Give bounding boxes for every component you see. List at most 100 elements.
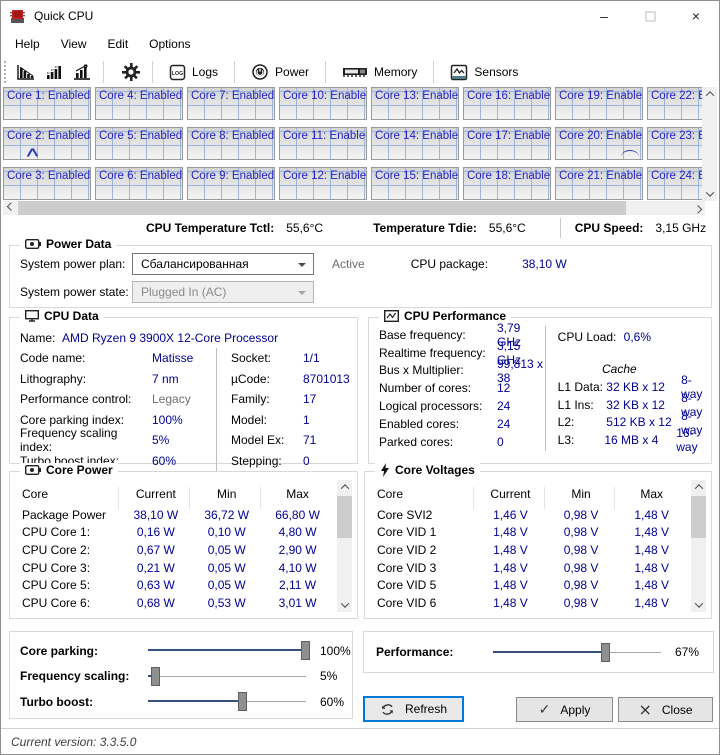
core-cell[interactable]: Core 1: Enabled bbox=[3, 87, 91, 120]
core-cell[interactable]: Core 10: Enabled bbox=[279, 87, 367, 120]
core-cell[interactable]: Core 23: Enabled bbox=[647, 127, 704, 160]
row-label: Number of cores: bbox=[379, 381, 497, 395]
scroll-up-button[interactable] bbox=[702, 87, 717, 101]
core-cell[interactable]: Core 15: Enabled bbox=[371, 167, 459, 200]
slider-thumb[interactable] bbox=[238, 692, 247, 711]
sensors-button[interactable]: Sensors bbox=[444, 61, 524, 84]
cpu-data-row: Frequency scaling index: 5% bbox=[20, 430, 216, 451]
version-text: Current version: 3.3.5.0 bbox=[11, 735, 136, 749]
core-cell-label: Core 6: Enabled bbox=[96, 168, 182, 182]
core-power-scrollbar[interactable] bbox=[337, 480, 352, 612]
core-cell[interactable]: Core 3: Enabled bbox=[3, 167, 91, 200]
core-cell[interactable]: Core 19: Enabled bbox=[555, 87, 643, 120]
core-cell-label: Core 7: Enabled bbox=[188, 88, 274, 102]
vertical-scroll-thumb[interactable] bbox=[691, 496, 706, 538]
logs-button[interactable]: LOG Logs bbox=[163, 61, 224, 84]
row-value: 8701013 bbox=[303, 372, 350, 386]
cache-heading: Cache bbox=[558, 360, 681, 378]
slider-label: Turbo boost: bbox=[20, 695, 148, 709]
max-value: 3,01 W bbox=[262, 596, 333, 610]
cache-label: L3: bbox=[558, 433, 605, 447]
scroll-down-button[interactable] bbox=[702, 187, 717, 201]
scroll-down-button[interactable] bbox=[337, 598, 352, 612]
core-cell[interactable]: Core 21: Enabled bbox=[555, 167, 643, 200]
menu-item[interactable]: View bbox=[61, 37, 87, 51]
col-min: Min bbox=[191, 487, 262, 501]
close-action-button[interactable]: × Close bbox=[618, 697, 713, 722]
chart-ascending-icon[interactable] bbox=[43, 62, 65, 82]
slider-thumb[interactable] bbox=[151, 667, 160, 686]
minimize-button[interactable]: – bbox=[581, 1, 627, 31]
performance-slider[interactable] bbox=[493, 643, 661, 662]
row-value: 1/1 bbox=[303, 351, 320, 365]
strip-divider bbox=[560, 218, 561, 238]
core-cell[interactable]: Core 17: Enabled bbox=[463, 127, 551, 160]
core-cell[interactable]: Core 6: Enabled bbox=[95, 167, 183, 200]
toolbar-grip[interactable] bbox=[4, 61, 9, 83]
core-grid-vertical-scrollbar[interactable] bbox=[702, 87, 717, 201]
core-cell[interactable]: Core 4: Enabled bbox=[95, 87, 183, 120]
menu-item[interactable]: Help bbox=[15, 37, 40, 51]
core-cell-label: Core 8: Enabled bbox=[188, 128, 274, 142]
close-button[interactable]: × bbox=[673, 1, 719, 31]
scroll-left-button[interactable] bbox=[3, 201, 18, 215]
menu-item[interactable]: Options bbox=[149, 37, 190, 51]
min-value: 0,05 W bbox=[191, 561, 262, 575]
core-cell[interactable]: Core 20: Enabled bbox=[555, 127, 643, 160]
apply-button[interactable]: ✓ Apply bbox=[516, 697, 613, 722]
slider-thumb[interactable] bbox=[601, 643, 610, 662]
min-value: 0,98 V bbox=[546, 596, 617, 610]
core-cell[interactable]: Core 2: Enabled bbox=[3, 127, 91, 160]
settings-gear-icon[interactable] bbox=[120, 62, 142, 82]
slider[interactable] bbox=[148, 692, 306, 711]
scroll-up-button[interactable] bbox=[691, 480, 706, 494]
refresh-button[interactable]: Refresh bbox=[363, 696, 464, 722]
slider[interactable] bbox=[148, 641, 306, 660]
core-cell-label: Core 13: Enabled bbox=[372, 88, 458, 102]
core-cell[interactable]: Core 22: Enabled bbox=[647, 87, 704, 120]
chart-trend-icon[interactable] bbox=[71, 62, 93, 82]
min-value: 0,05 W bbox=[191, 543, 262, 557]
slider[interactable] bbox=[148, 667, 306, 686]
core-cell-label: Core 23: Enabled bbox=[648, 128, 704, 142]
slider-thumb[interactable] bbox=[301, 641, 310, 660]
core-power-title: Core Power bbox=[46, 463, 113, 477]
core-cell[interactable]: Core 11: Enabled bbox=[279, 127, 367, 160]
core-cell[interactable]: Core 5: Enabled bbox=[95, 127, 183, 160]
max-value: 2,90 W bbox=[262, 543, 333, 557]
scroll-right-button[interactable] bbox=[690, 201, 705, 215]
menu-item[interactable]: Edit bbox=[107, 37, 128, 51]
core-voltages-scrollbar[interactable] bbox=[691, 480, 706, 612]
scroll-up-button[interactable] bbox=[337, 480, 352, 494]
chart-pareto-icon[interactable] bbox=[15, 62, 37, 82]
core-name: Core VID 1 bbox=[369, 525, 475, 539]
table-header: Core Current Min Max bbox=[14, 482, 333, 506]
core-grid-horizontal-scrollbar[interactable] bbox=[3, 201, 705, 215]
horizontal-scroll-thumb[interactable] bbox=[18, 201, 626, 215]
current-value: 0,16 W bbox=[120, 525, 191, 539]
core-name: Core VID 5 bbox=[369, 578, 475, 592]
core-cell[interactable]: Core 13: Enabled bbox=[371, 87, 459, 120]
core-cell[interactable]: Core 9: Enabled bbox=[187, 167, 275, 200]
core-cell[interactable]: Core 8: Enabled bbox=[187, 127, 275, 160]
row-label: Core parking index: bbox=[20, 413, 152, 427]
maximize-icon bbox=[645, 11, 656, 22]
core-cell[interactable]: Core 12: Enabled bbox=[279, 167, 367, 200]
col-max: Max bbox=[616, 487, 687, 501]
power-state-label: System power state: bbox=[20, 285, 132, 299]
core-cell[interactable]: Core 18: Enabled bbox=[463, 167, 551, 200]
memory-button[interactable]: Memory bbox=[336, 62, 423, 82]
core-cell[interactable]: Core 16: Enabled bbox=[463, 87, 551, 120]
maximize-button[interactable] bbox=[627, 1, 673, 31]
scroll-down-button[interactable] bbox=[691, 598, 706, 612]
core-power-group: Core Power Core Current Min Max Package … bbox=[9, 471, 358, 619]
core-cell-label: Core 4: Enabled bbox=[96, 88, 182, 102]
power-plan-select[interactable]: Сбалансированная bbox=[132, 253, 314, 275]
power-button[interactable]: Power bbox=[245, 60, 315, 84]
vertical-scroll-thumb[interactable] bbox=[337, 496, 352, 538]
core-cell[interactable]: Core 24: Enabled bbox=[647, 167, 704, 200]
row-value: 5% bbox=[152, 433, 169, 447]
core-cell[interactable]: Core 14: Enabled bbox=[371, 127, 459, 160]
table-row: CPU Core 6: 0,68 W 0,53 W 3,01 W bbox=[14, 594, 333, 612]
core-cell[interactable]: Core 7: Enabled bbox=[187, 87, 275, 120]
